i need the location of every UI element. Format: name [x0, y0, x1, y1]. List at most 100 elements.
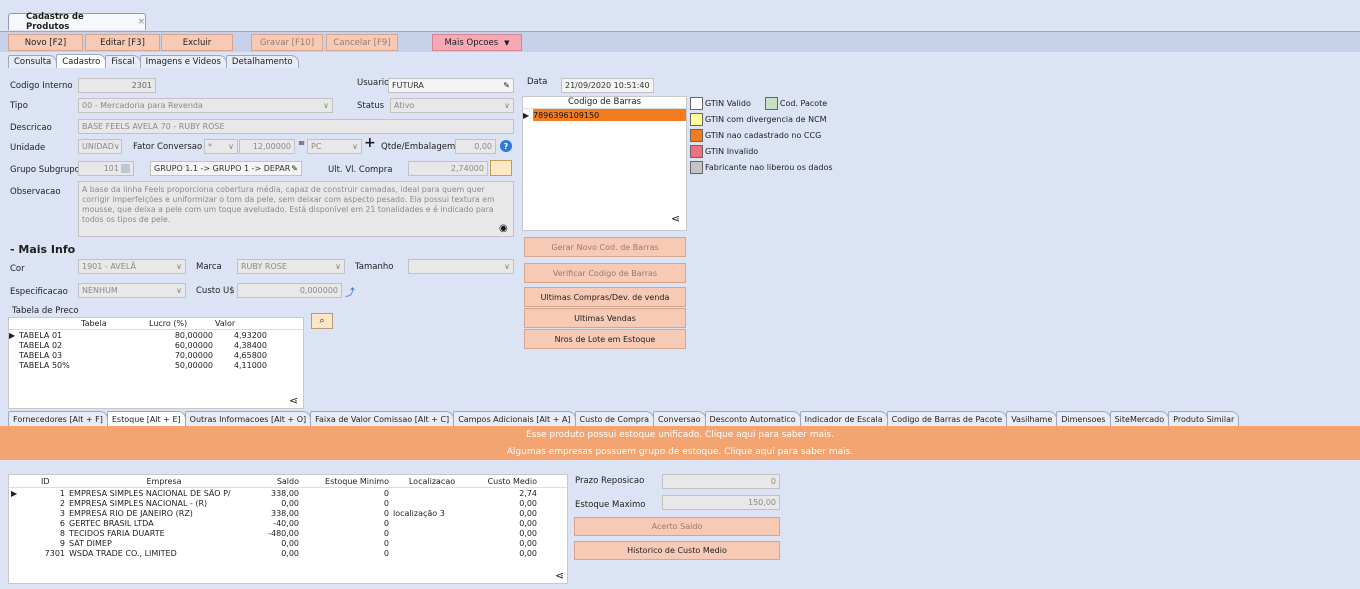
table-row[interactable]: 8 TECIDOS FARIA DUARTE -480,00 0 0,00	[9, 528, 567, 538]
stock-banner[interactable]: Esse produto possui estoque unificado. C…	[0, 426, 1360, 460]
historico-custo-button[interactable]: Historico de Custo Medio	[574, 541, 780, 560]
estoque-maximo-field[interactable]: 150,00	[662, 495, 780, 510]
cancel-button[interactable]: Cancelar [F9]	[326, 34, 398, 51]
ult-field[interactable]: 2,74000	[408, 161, 488, 176]
tab-codigo-pacote[interactable]: Codigo de Barras de Pacote	[886, 411, 1008, 426]
table-row[interactable]: 3 EMPRESA RIO DE JANEIRO (RZ) 338,00 0 local…	[9, 508, 567, 518]
unidade-select[interactable]: UNIDAD ∨	[78, 139, 122, 154]
especificacao-select[interactable]: NENHUM ∨	[78, 283, 186, 298]
tab-conversao[interactable]: Conversao	[653, 411, 706, 426]
table-cell: 0	[383, 528, 389, 538]
table-row[interactable]: 9 SAT DIMEP 0,00 0 0,00	[9, 538, 567, 548]
tab-fornecedores[interactable]: Fornecedores [Alt + F]	[8, 411, 108, 426]
table-row[interactable]: TABELA 50% 50,00000 4,11000	[9, 360, 303, 370]
table-cell: localização 3	[393, 508, 445, 518]
close-icon[interactable]: ×	[138, 17, 145, 27]
table-cell: 4,93200	[233, 330, 267, 340]
table-cell: 4,11000	[233, 360, 267, 370]
acerto-saldo-button[interactable]: Acerto Saldo	[574, 517, 780, 536]
table-row[interactable]: TABELA 02 60,00000 4,38400	[9, 340, 303, 350]
observacao-field[interactable]: A base da linha Feels proporciona cobert…	[78, 181, 514, 237]
tab-desconto[interactable]: Desconto Automatico	[704, 411, 801, 426]
table-cell: 2	[59, 498, 65, 508]
data-field[interactable]: 21/09/2020 10:51:40	[561, 78, 654, 93]
marca-select[interactable]: RUBY ROSE ∨	[237, 259, 345, 274]
pencil-icon[interactable]: ✎	[503, 81, 510, 90]
qtde-field[interactable]: 0,00	[455, 139, 496, 154]
save-button[interactable]: Gravar [F10]	[251, 34, 323, 51]
tab-estoque[interactable]: Estoque [Alt + E]	[106, 411, 186, 426]
tab-campos-adicionais[interactable]: Campos Adicionais [Alt + A]	[453, 411, 576, 426]
codigo-interno-field[interactable]: 2301	[78, 78, 156, 93]
tab-dimensoes[interactable]: Dimensoes	[1056, 411, 1111, 426]
tab-imagens[interactable]: Imagens e Videos	[139, 55, 227, 68]
descricao-field[interactable]: BASE FEELS AVELA 70 - RUBY ROSE	[78, 119, 514, 134]
fator-unit-select[interactable]: PC ∨	[307, 139, 362, 154]
ultimas-compras-button[interactable]: Ultimas Compras/Dev. de venda	[524, 287, 686, 307]
document-tab[interactable]: Cadastro de Produtos ×	[8, 12, 146, 32]
table-row[interactable]: TABELA 03 70,00000 4,65800	[9, 350, 303, 360]
tab-faixa-valor[interactable]: Faixa de Valor Comissao [Alt + C]	[310, 411, 455, 426]
tab-produto-similar[interactable]: Produto Similar	[1168, 411, 1240, 426]
verificar-codigo-button[interactable]: Verificar Codigo de Barras	[524, 263, 686, 283]
tab-custo-compra[interactable]: Custo de Compra	[574, 411, 655, 426]
chevron-down-icon: ∨	[176, 262, 182, 271]
stock-rows: 1 EMPRESA SIMPLES NACIONAL DE SÃO P/338,0…	[9, 488, 567, 558]
eye-icon[interactable]: ◉	[499, 223, 508, 234]
banner-line-group[interactable]: Algumas empresas possuem grupo de estoqu…	[0, 443, 1360, 460]
search-icon[interactable]: ⌕	[311, 313, 333, 329]
grupo-code-field[interactable]: 101	[78, 161, 134, 176]
help-icon[interactable]: ?	[500, 140, 512, 152]
history-icon[interactable]	[490, 160, 512, 176]
banner-line-unified[interactable]: Esse produto possui estoque unificado. C…	[0, 426, 1360, 443]
custo-field[interactable]: 0,000000	[237, 283, 342, 298]
codigo-interno-label: Codigo Interno	[10, 81, 73, 91]
table-row[interactable]: ▶ TABELA 01 80,00000 4,93200	[9, 330, 303, 340]
delete-button[interactable]: Excluir	[161, 34, 233, 51]
share-icon[interactable]: ⋖	[289, 394, 298, 407]
status-select[interactable]: Ativo ∨	[390, 98, 514, 113]
new-button[interactable]: Novo [F2]	[8, 34, 83, 51]
share-icon[interactable]: ⋖	[555, 569, 564, 582]
equals-sign: =	[298, 139, 306, 149]
tab-cadastro[interactable]: Cadastro	[56, 54, 107, 68]
fator-unit-value: PC	[311, 142, 322, 151]
more-options-button[interactable]: Mais Opcoes ▼	[432, 34, 522, 51]
tab-vasilhame[interactable]: Vasilhame	[1006, 411, 1058, 426]
nros-lote-button[interactable]: Nros de Lote em Estoque	[524, 329, 686, 349]
legend-swatch	[690, 112, 703, 126]
share-icon[interactable]: ⋖	[671, 212, 680, 225]
tab-detalhamento[interactable]: Detalhamento	[225, 55, 299, 68]
table-cell: TABELA 01	[19, 330, 63, 340]
table-cell: 4,65800	[233, 350, 267, 360]
tab-outras-informacoes[interactable]: Outras Informacoes [Alt + O]	[184, 411, 312, 426]
search-icon[interactable]	[121, 164, 130, 173]
ultimas-vendas-button[interactable]: Ultimas Vendas	[524, 308, 686, 328]
observacao-label: Observacao	[10, 187, 61, 197]
prazo-field[interactable]: 0	[662, 474, 780, 489]
usuario-value: FUTURA	[392, 81, 424, 90]
pencil-icon[interactable]: ✎	[291, 164, 298, 173]
cor-select[interactable]: 1901 - AVELÃ ∨	[78, 259, 186, 274]
fator-op-select[interactable]: * ∨	[204, 139, 238, 154]
plus-icon[interactable]: +	[364, 135, 376, 151]
table-row[interactable]: 7301 WSDA TRADE CO., LIMITED 0,00 0 0,00	[9, 548, 567, 558]
fator-field[interactable]: 12,00000	[239, 139, 295, 154]
legend-label: GTIN com divergencia de NCM	[705, 114, 827, 124]
tab-fiscal[interactable]: Fiscal	[105, 55, 141, 68]
gerar-codigo-button[interactable]: Gerar Novo Cod. de Barras	[524, 237, 686, 257]
grupo-field[interactable]: GRUPO 1.1 -> GRUPO 1 -> DEPAR ✎	[150, 161, 302, 176]
chart-icon[interactable]: ⤴	[345, 284, 355, 299]
tab-consulta[interactable]: Consulta	[8, 55, 58, 68]
edit-button[interactable]: Editar [F3]	[85, 34, 160, 51]
tab-sitemercado[interactable]: SiteMercado	[1109, 411, 1170, 426]
table-row[interactable]: 2 EMPRESA SIMPLES NACIONAL - (R) 0,00 0 0,00	[9, 498, 567, 508]
usuario-field[interactable]: FUTURA ✎	[388, 78, 514, 93]
table-row[interactable]: 6 GERTEC BRASIL LTDA -40,00 0 0,00	[9, 518, 567, 528]
table-row[interactable]: 1 EMPRESA SIMPLES NACIONAL DE SÃO P/338,0…	[9, 488, 567, 498]
table-cell: 0,00	[519, 528, 537, 538]
tab-indicador-escala[interactable]: Indicador de Escala	[799, 411, 888, 426]
barcode-row[interactable]: ▶ 7896396109150	[523, 109, 686, 121]
tipo-select[interactable]: 00 - Mercadoria para Revenda ∨	[78, 98, 333, 113]
tamanho-select[interactable]: ∨	[408, 259, 514, 274]
